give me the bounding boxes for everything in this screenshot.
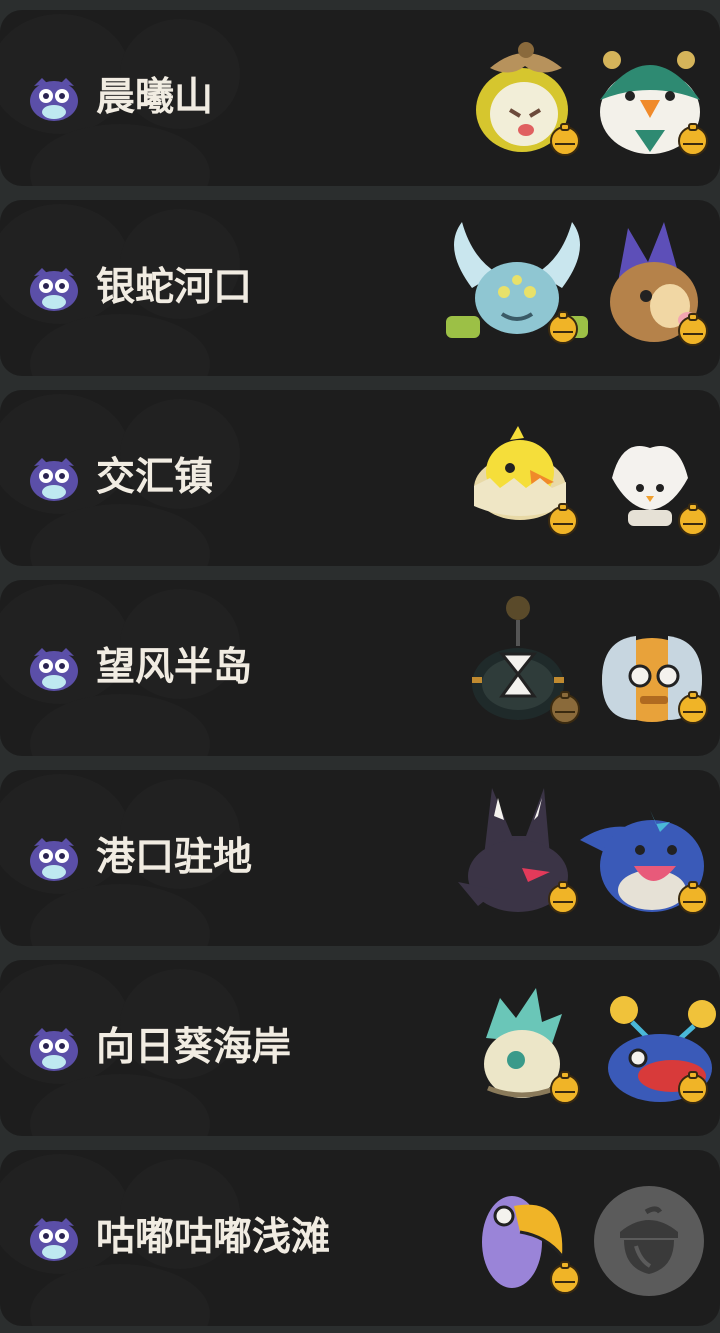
bell-icon <box>678 123 708 156</box>
region-row[interactable]: 银蛇河口 <box>0 200 720 376</box>
bell-icon <box>678 503 708 536</box>
bell-icon <box>678 881 708 914</box>
bell-icon <box>678 691 708 724</box>
region-name: 望风半岛 <box>96 645 253 690</box>
region-list: 晨曦山 银蛇河口 交汇镇 望风半岛 港口驻地 向日葵海岸 咕嘟咕嘟浅滩 <box>0 0 720 1333</box>
region-name: 银蛇河口 <box>96 265 253 310</box>
owl-region-icon <box>30 648 78 691</box>
region-name: 晨曦山 <box>96 75 214 120</box>
owl-region-icon <box>30 1028 78 1071</box>
region-name: 港口驻地 <box>96 835 253 880</box>
region-row[interactable]: 港口驻地 <box>0 770 720 946</box>
bell-icon <box>548 503 578 536</box>
owl-region-icon <box>30 458 78 501</box>
owl-region-icon <box>30 78 78 121</box>
bell-icon <box>548 881 578 914</box>
region-row[interactable]: 交汇镇 <box>0 390 720 566</box>
locked-pet-slot[interactable] <box>594 1186 704 1296</box>
bell-icon <box>678 313 708 346</box>
locked-acorn-icon <box>620 1206 678 1274</box>
region-row[interactable]: 晨曦山 <box>0 10 720 186</box>
region-name: 向日葵海岸 <box>96 1025 292 1070</box>
bell-icon <box>548 311 578 344</box>
owl-region-icon <box>30 1218 78 1261</box>
region-row[interactable]: 咕嘟咕嘟浅滩 <box>0 1150 720 1326</box>
region-name: 咕嘟咕嘟浅滩 <box>96 1215 331 1260</box>
bell-icon <box>678 1071 708 1104</box>
region-name: 交汇镇 <box>96 455 214 500</box>
bell-icon <box>550 1261 580 1294</box>
bell-icon <box>550 691 580 724</box>
region-row[interactable]: 望风半岛 <box>0 580 720 756</box>
bell-icon <box>550 123 580 156</box>
region-row[interactable]: 向日葵海岸 <box>0 960 720 1136</box>
owl-region-icon <box>30 268 78 311</box>
bell-icon <box>550 1071 580 1104</box>
owl-region-icon <box>30 838 78 881</box>
